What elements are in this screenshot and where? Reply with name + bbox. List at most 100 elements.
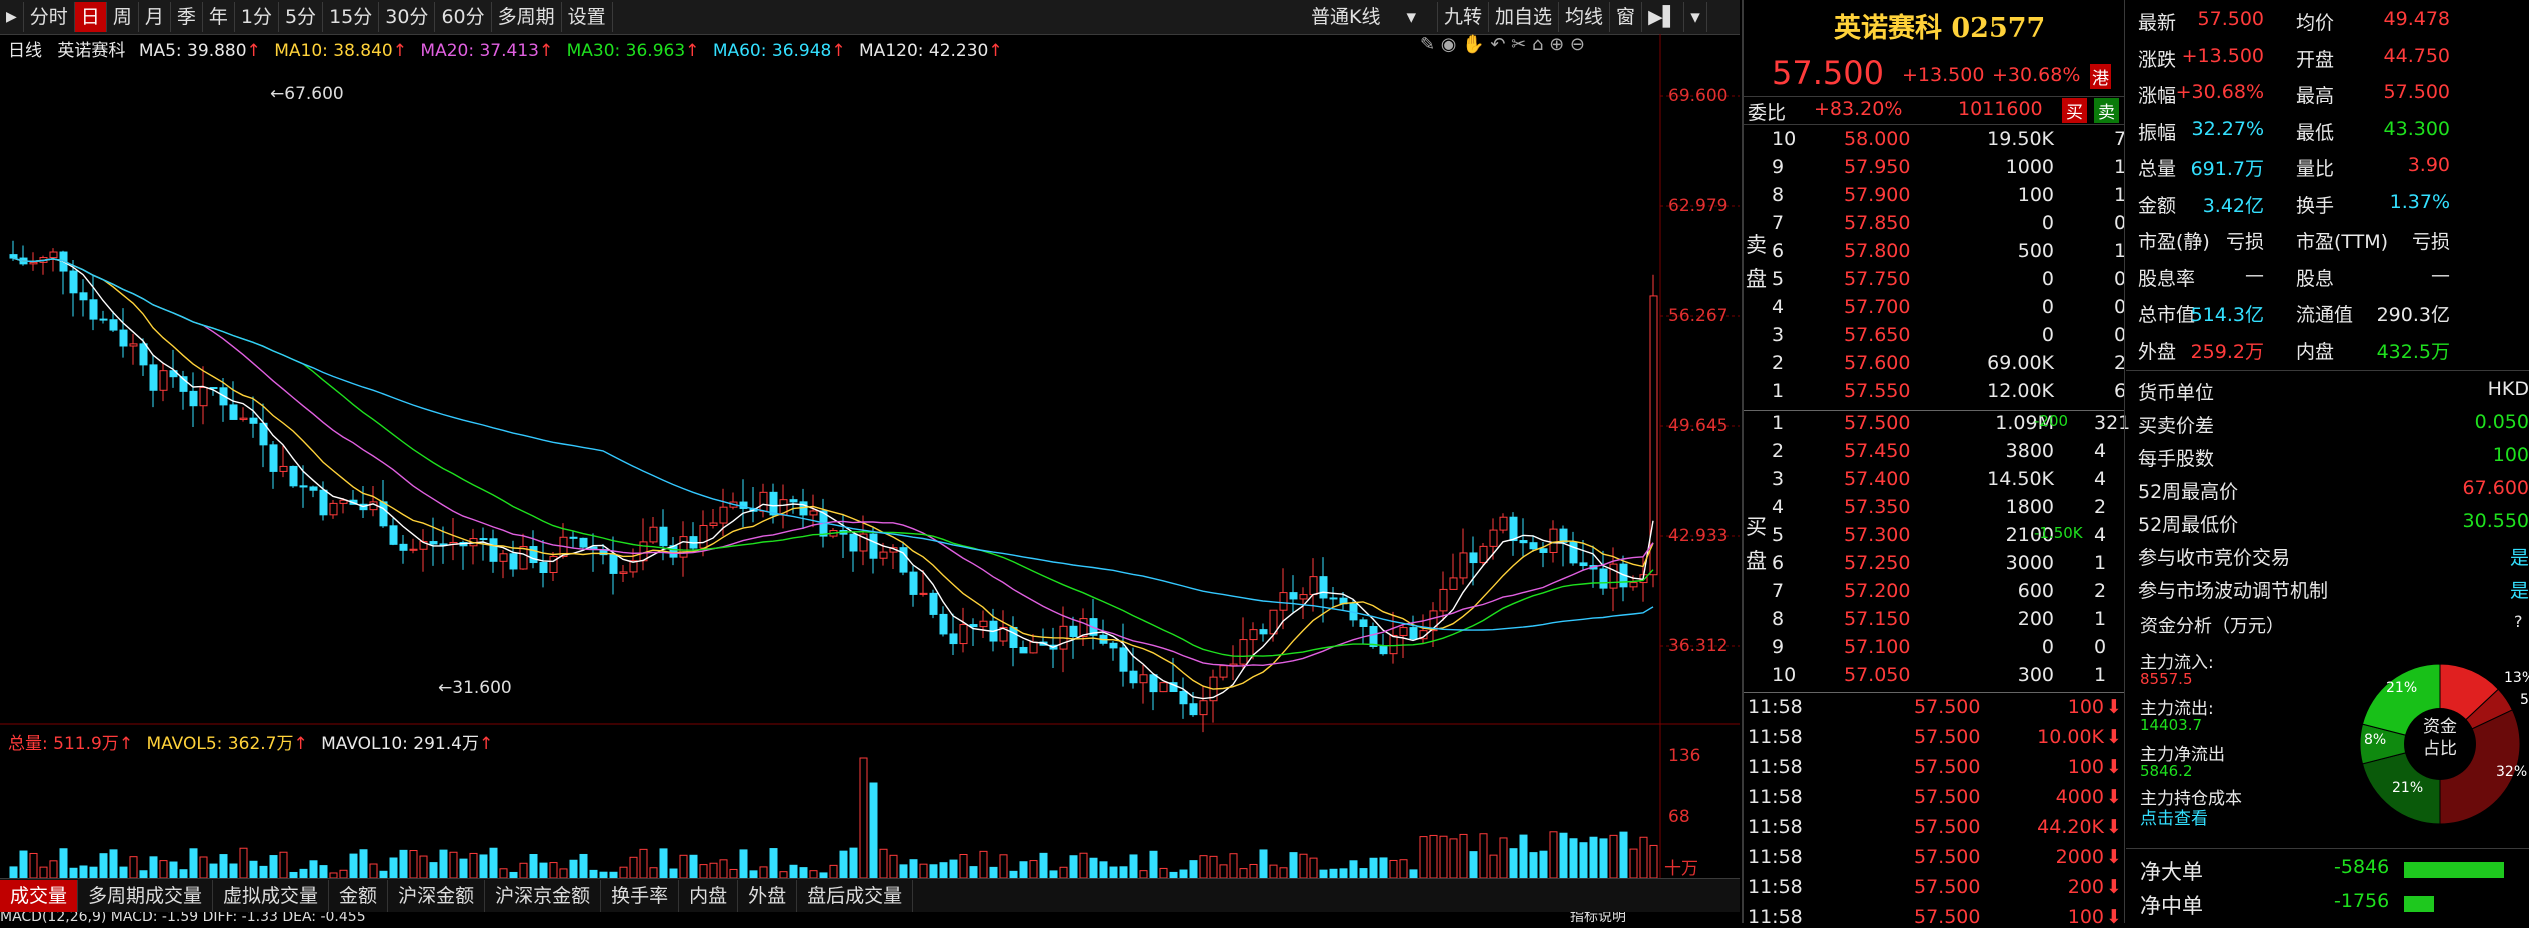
expand-icon[interactable]: ▶▌ [1642, 2, 1685, 32]
bid-price[interactable]: 57.200 [1844, 580, 1910, 602]
indicator-tab[interactable]: 换手率 [601, 880, 680, 912]
ma20-line [12, 257, 1654, 667]
ask-price[interactable]: 58.000 [1844, 128, 1910, 150]
bid-price[interactable]: 57.300 [1844, 524, 1910, 546]
sell-button[interactable]: 卖 [2094, 98, 2119, 123]
indicator-tab[interactable]: 沪深金额 [388, 880, 486, 912]
bid-price[interactable]: 57.100 [1844, 636, 1910, 658]
ask-lv: 6 [1772, 240, 1785, 262]
window-button[interactable]: 窗 [1610, 2, 1643, 32]
add-watchlist-button[interactable]: 加自选 [1489, 2, 1560, 32]
volume-bar [529, 854, 538, 879]
candle-body [409, 548, 418, 551]
period-tab[interactable]: 月 [139, 2, 171, 32]
indicator-tab[interactable]: 外盘 [738, 880, 798, 912]
bid-price[interactable]: 57.400 [1844, 468, 1910, 490]
period-tab[interactable]: 60分 [435, 2, 492, 32]
period-list: 分时日周月季年 1分 5分 15分 30分 60分 多周期 设置 [24, 2, 613, 32]
candle-body [919, 592, 928, 595]
candle-body [569, 536, 578, 539]
ask-price[interactable]: 57.850 [1844, 212, 1910, 234]
volume-bar [1069, 855, 1078, 879]
period-tab[interactable]: 年 [203, 2, 235, 32]
candle-body [1449, 577, 1458, 590]
period-tab[interactable]: 多周期 [492, 2, 562, 32]
price-axis-label: 56.267 [1668, 306, 1728, 326]
weibi-value: +83.20% [1814, 98, 1903, 120]
volume-bar [1439, 835, 1448, 879]
candle-body [109, 319, 118, 331]
stat-v1: 691.7万 [2190, 158, 2264, 180]
volume-bar [939, 862, 948, 879]
bid-price[interactable]: 57.050 [1844, 664, 1910, 686]
candle-body [1139, 674, 1148, 684]
ask-price[interactable]: 57.600 [1844, 352, 1910, 374]
ask-price[interactable]: 57.650 [1844, 324, 1910, 346]
period-tab[interactable]: 15分 [323, 2, 380, 32]
ask-price[interactable]: 57.550 [1844, 380, 1910, 402]
tick-arrow-icon: ⬇ [2106, 906, 2122, 928]
indicator-tab[interactable]: 内盘 [679, 880, 739, 912]
volume-bar [1579, 842, 1588, 879]
kline-chart-area: 日线 英诺赛科 MA5: 39.880↑ MA10: 38.840↑ MA20:… [0, 34, 1740, 923]
jiuzhuan-button[interactable]: 九转 [1438, 2, 1490, 32]
volume-bar [1359, 868, 1368, 879]
indicator-tab[interactable]: 盘后成交量 [797, 880, 914, 912]
kline-chart-svg[interactable] [0, 34, 1740, 923]
info-key: 每手股数 [2138, 448, 2215, 470]
bid-vol: 3800 [2005, 440, 2054, 462]
drawing-tools[interactable]: ✎ ◉ ✋ ↶ ✂ ⌂ ⊕ ⊖ [1420, 34, 1585, 55]
period-tab[interactable]: 1分 [235, 2, 279, 32]
kline-type-select[interactable]: 普通K线 ▾ [1305, 2, 1438, 32]
candle-body [1329, 597, 1338, 600]
period-tab[interactable]: 分时 [24, 2, 75, 32]
tick-t: 11:58 [1748, 906, 1803, 928]
cost-link[interactable]: 点击查看 [2140, 804, 2208, 829]
bid-price[interactable]: 57.350 [1844, 496, 1910, 518]
stat-v2: 亏损 [2411, 231, 2450, 253]
ask-price[interactable]: 57.700 [1844, 296, 1910, 318]
indicator-tab[interactable]: 金额 [329, 880, 389, 912]
indicator-tab[interactable]: 成交量 [0, 880, 79, 912]
ask-price[interactable]: 57.800 [1844, 240, 1910, 262]
candle-body [489, 538, 498, 562]
help-icon[interactable]: ? [2514, 612, 2523, 631]
ask-vol: 69.00K [1987, 352, 2054, 374]
indicator-help[interactable]: 指标说明 [1570, 912, 1626, 923]
volume-bar [1329, 868, 1338, 879]
volume-bar [1499, 837, 1508, 879]
ask-vol: 0 [2041, 296, 2054, 318]
bid-n: 1 [2094, 664, 2107, 686]
period-tab[interactable]: 30分 [379, 2, 436, 32]
menu-icon[interactable]: ▶ [0, 2, 24, 32]
bid-price[interactable]: 57.150 [1844, 608, 1910, 630]
volume-bar [789, 864, 798, 879]
ma-lines-button[interactable]: 均线 [1559, 2, 1611, 32]
candle-body [199, 387, 208, 407]
period-tab[interactable]: 季 [171, 2, 203, 32]
candle-body [289, 465, 298, 487]
period-tab[interactable]: 周 [107, 2, 139, 32]
ask-price[interactable]: 57.900 [1844, 184, 1910, 206]
bid-vol: 0 [2041, 636, 2054, 658]
indicator-tab[interactable]: 虚拟成交量 [213, 880, 330, 912]
bid-price[interactable]: 57.500 [1844, 412, 1910, 434]
ask-price[interactable]: 57.750 [1844, 268, 1910, 290]
tick-v: 200 [2067, 876, 2104, 898]
mavol10-value: MAVOL10: 291.4万 [321, 734, 479, 754]
ask-price[interactable]: 57.950 [1844, 156, 1910, 178]
bid-price[interactable]: 57.250 [1844, 552, 1910, 574]
period-tab[interactable]: 日 [74, 2, 107, 32]
volume-bar [1179, 869, 1188, 879]
stat-k2: 股息 [2296, 267, 2335, 290]
volume-bar [1399, 859, 1408, 879]
indicator-tab[interactable]: 沪深京金额 [485, 880, 602, 912]
period-tab[interactable]: 5分 [279, 2, 324, 32]
volume-bar [899, 864, 908, 879]
buy-side-label: 买盘 [1746, 515, 1767, 573]
period-tab[interactable]: 设置 [562, 2, 613, 32]
indicator-tab[interactable]: 多周期成交量 [78, 880, 214, 912]
dropdown-icon[interactable]: ▾ [1684, 2, 1707, 32]
bid-price[interactable]: 57.450 [1844, 440, 1910, 462]
buy-button[interactable]: 买 [2062, 98, 2087, 123]
